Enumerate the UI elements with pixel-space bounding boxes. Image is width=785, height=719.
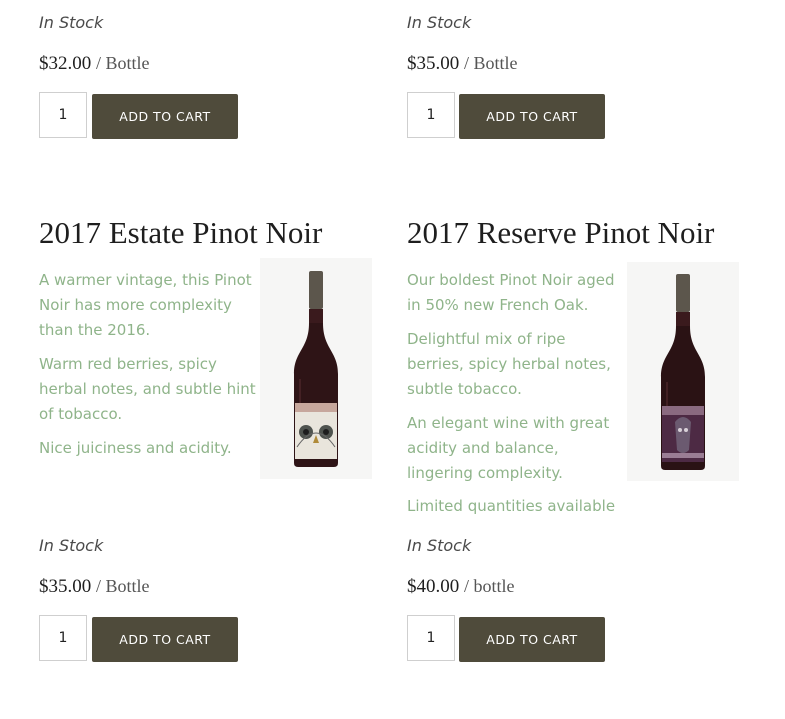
price-amount: $35.00	[407, 53, 460, 74]
product-description: Nice juiciness and acidity.	[39, 439, 232, 457]
product-description: Warm red berries, spicy herbal notes, an…	[39, 355, 256, 423]
stock-status: In Stock	[39, 536, 104, 555]
price-unit: / bottle	[464, 576, 515, 596]
add-to-cart-button[interactable]: ADD TO CART	[92, 94, 238, 139]
price: $40.00 / bottle	[407, 576, 515, 598]
price: $32.00 / Bottle	[39, 53, 150, 75]
price: $35.00 / Bottle	[39, 576, 150, 598]
stock-status: In Stock	[39, 13, 104, 32]
add-to-cart-button[interactable]: ADD TO CART	[92, 617, 238, 662]
product-description: An elegant wine with great acidity and b…	[407, 414, 610, 482]
product-description: Limited quantities available	[407, 497, 616, 515]
product-image[interactable]	[260, 258, 372, 479]
wine-bottle-icon	[661, 273, 705, 470]
quantity-input[interactable]	[407, 92, 455, 138]
quantity-input[interactable]	[39, 92, 87, 138]
price: $35.00 / Bottle	[407, 53, 518, 75]
product-image[interactable]	[627, 262, 739, 481]
price-unit: / Bottle	[96, 53, 150, 73]
product-description: Delightful mix of ripe berries, spicy he…	[407, 330, 611, 398]
product-description: A warmer vintage, this Pinot Noir has mo…	[39, 271, 252, 339]
stock-status: In Stock	[407, 536, 472, 555]
product-title[interactable]: 2017 Estate Pinot Noir	[39, 215, 322, 251]
stock-status: In Stock	[407, 13, 472, 32]
product-description: Our boldest Pinot Noir aged in 50% new F…	[407, 271, 615, 314]
wine-bottle-icon	[294, 270, 338, 467]
add-to-cart-button[interactable]: ADD TO CART	[459, 94, 605, 139]
quantity-input[interactable]	[407, 615, 455, 661]
price-amount: $32.00	[39, 53, 92, 74]
quantity-input[interactable]	[39, 615, 87, 661]
price-unit: / Bottle	[464, 53, 518, 73]
price-amount: $35.00	[39, 576, 92, 597]
price-unit: / Bottle	[96, 576, 150, 596]
price-amount: $40.00	[407, 576, 460, 597]
add-to-cart-button[interactable]: ADD TO CART	[459, 617, 605, 662]
product-title[interactable]: 2017 Reserve Pinot Noir	[407, 215, 714, 251]
